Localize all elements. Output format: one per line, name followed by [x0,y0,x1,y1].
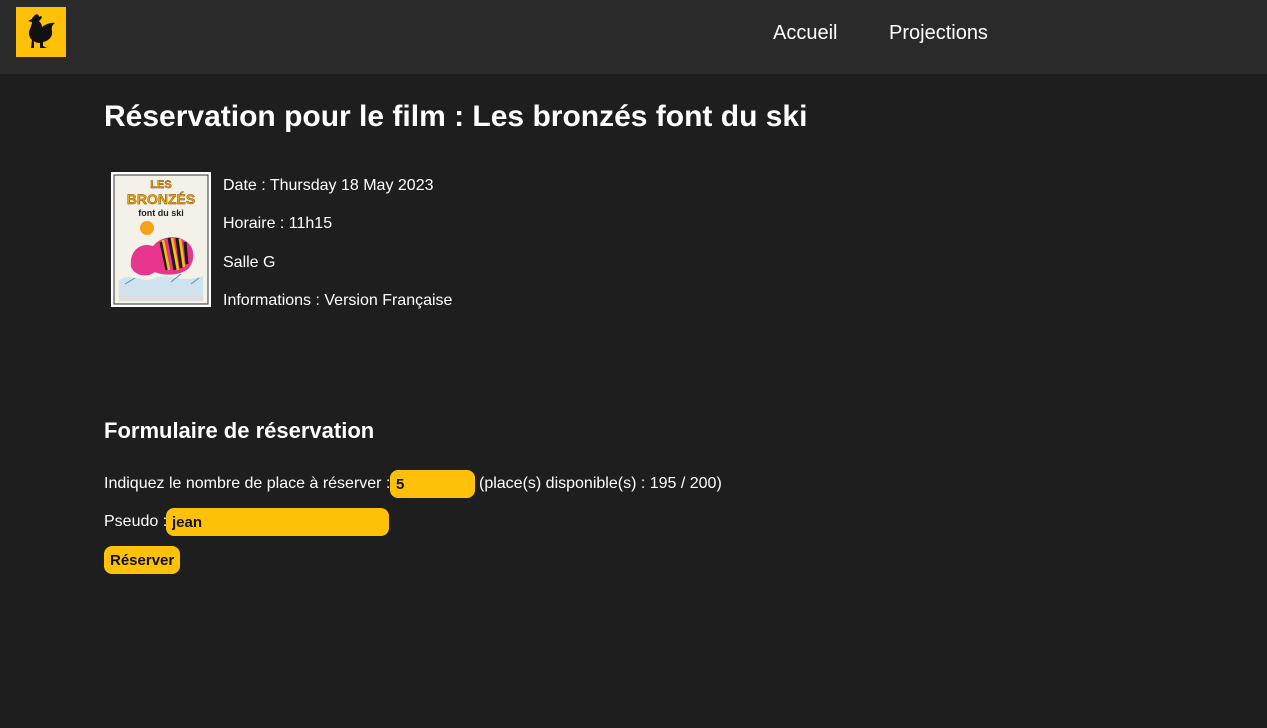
rooster-icon [28,14,55,48]
poster-title-line1: LES [150,179,171,191]
nav-link-accueil[interactable]: Accueil [773,22,837,45]
nav-link-projections[interactable]: Projections [889,22,988,45]
pseudo-input[interactable] [166,508,389,536]
poster-art: LES BRONZÉS font du ski [113,174,209,305]
poster-title-line3: font du ski [138,208,184,218]
places-available: (place(s) disponible(s) : 195 / 200) [479,475,722,492]
screening-date: Date : Thursday 18 May 2023 [223,177,434,194]
movie-poster: LES BRONZÉS font du ski [111,172,211,307]
places-label: Indiquez le nombre de place à réserver : [104,475,391,492]
screening-room: Salle G [223,254,276,271]
form-title: Formulaire de réservation [104,418,375,443]
reserve-button[interactable]: Réserver [104,546,181,574]
navbar: Accueil Projections [0,0,1267,74]
poster-title-line2: BRONZÉS [127,191,195,207]
screening-time: Horaire : 11h15 [223,215,333,232]
page-title: Réservation pour le film : Les bronzés f… [104,100,808,133]
logo[interactable] [16,7,66,57]
pseudo-label: Pseudo : [104,513,168,530]
screening-info: Informations : Version Française [223,292,453,309]
places-input[interactable] [390,470,475,498]
